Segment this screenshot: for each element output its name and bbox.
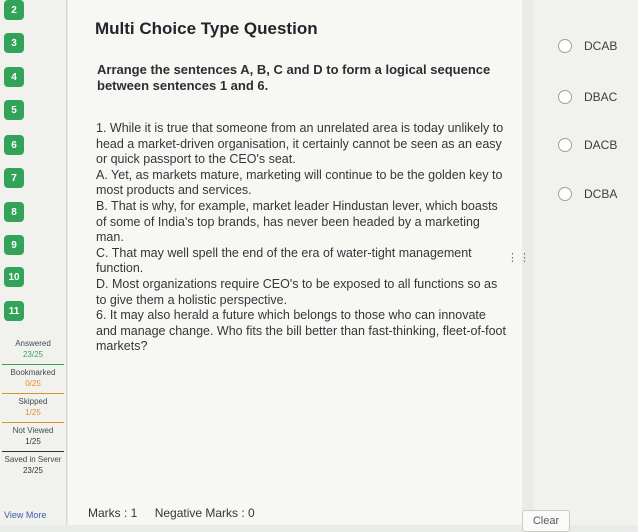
answer-option[interactable]: DBAC [534, 86, 638, 108]
marks-info: Marks : 1 Negative Marks : 0 [88, 506, 269, 520]
passage-sentence: A. Yet, as markets mature, marketing wil… [96, 167, 503, 198]
question-number-button[interactable]: 4 [4, 67, 24, 87]
negative-marks-label: Negative Marks : 0 [154, 506, 255, 520]
stat-item: Skipped 1/25 [0, 394, 66, 422]
option-label: DCBA [584, 187, 618, 201]
question-number-button[interactable]: 8 [4, 202, 24, 222]
question-number-button[interactable]: 7 [4, 168, 24, 188]
stat-label: Not Viewed [12, 426, 54, 435]
radio-button[interactable] [558, 39, 572, 53]
radio-button[interactable] [558, 138, 572, 152]
stat-label: Saved in Server [4, 455, 62, 464]
stat-value: 1/25 [25, 408, 41, 417]
passage-sentence: 1. While it is true that someone from an… [96, 121, 504, 167]
stat-value: 1/25 [25, 437, 41, 446]
stat-item: Saved in Server 23/25 [0, 452, 66, 480]
passage-sentence: B. That is why, for example, market lead… [96, 198, 498, 245]
stat-value: 0/25 [25, 379, 41, 388]
clear-button[interactable]: Clear [522, 510, 570, 532]
question-number-button[interactable]: 9 [4, 235, 24, 255]
question-prompt: Arrange the sentences A, B, C and D to f… [97, 62, 491, 93]
passage-sentence: C. That may well spell the end of the er… [96, 245, 472, 276]
radio-button[interactable] [558, 90, 572, 104]
answer-option[interactable]: DCBA [534, 183, 638, 205]
stat-label: Bookmarked [10, 368, 56, 377]
question-type-title: Multi Choice Type Question [95, 19, 318, 38]
stat-item: Bookmarked 0/25 [0, 365, 66, 393]
question-navigator: 2 3 4 5 6 7 8 9 10 11 Answered 23/25 Bookmarked 0/25… [0, 0, 67, 525]
question-panel: Multi Choice Type Question Arrange the s… [68, 0, 530, 525]
question-number-button[interactable]: 3 [4, 33, 24, 53]
answer-option[interactable]: DCAB [534, 35, 638, 57]
passage-sentence: D. Most organizations require CEO's to b… [96, 276, 498, 307]
question-number-button[interactable]: 2 [4, 0, 24, 20]
stat-value: 23/25 [22, 350, 44, 359]
option-label: DACB [584, 138, 618, 152]
drag-handle-icon[interactable]: ⋮⋮ [507, 253, 530, 272]
question-number-button[interactable]: 11 [4, 301, 24, 321]
question-number-button[interactable]: 10 [4, 267, 24, 287]
passage-sentence: 6. It may also herald a future which bel… [96, 308, 506, 354]
stat-item: Answered 23/25 [0, 336, 66, 364]
answer-options: DCAB DBAC DACB DCBA [534, 0, 638, 525]
stat-item: Not Viewed 1/25 [0, 423, 66, 451]
question-number-button[interactable]: 5 [4, 100, 24, 120]
question-number-button[interactable]: 6 [4, 135, 24, 155]
stat-value: 23/25 [22, 466, 44, 475]
attempt-stats: Answered 23/25 Bookmarked 0/25 Skipped 1/25 No… [0, 336, 66, 480]
marks-label: Marks : 1 [88, 506, 138, 520]
stat-label: Skipped [18, 397, 48, 406]
stat-label: Answered [15, 339, 51, 348]
option-label: DCAB [584, 39, 618, 53]
question-passage: 1. While it is true that someone from an… [96, 121, 506, 355]
radio-button[interactable] [558, 187, 572, 201]
view-more-link[interactable]: View More [4, 510, 46, 520]
answer-option[interactable]: DACB [534, 134, 638, 156]
option-label: DBAC [584, 90, 618, 104]
